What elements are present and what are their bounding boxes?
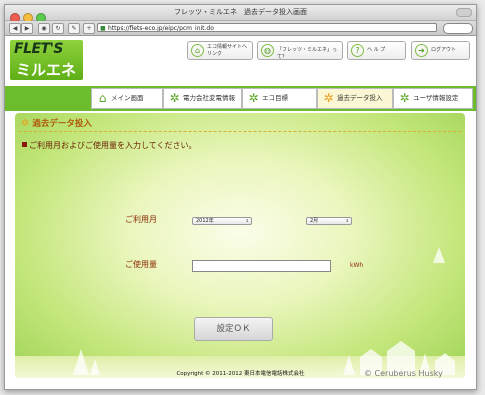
logout-button[interactable]: ➜ ログアウト (411, 41, 470, 60)
eco-info-link-label: エコ情報サイトへリンク (207, 44, 248, 57)
scenery-decoration (73, 247, 455, 375)
title-bar: フレッツ・ミルエネ 過去データ投入画面 (5, 5, 476, 23)
page-viewport: FLET'S ミルエネ ⌂ エコ情報サイトへリンク ◍ 「フレッツ・ミルエネ」っ… (5, 36, 476, 389)
main-nav: ⌂ メイン画面 ✲ 電力会社変電情報 ✲ エコ目標 ✲ 過去データ投入 ✲ ユー… (5, 86, 476, 111)
flets-miruene-logo[interactable]: FLET'S ミルエネ (10, 40, 83, 80)
reload-button[interactable]: ↻ (52, 23, 64, 34)
forward-button[interactable]: ▶ (21, 23, 33, 34)
address-bar[interactable]: ■ https://flets-eco.jp/eipc/pcm_init.do (97, 23, 437, 32)
address-bar-url: https://flets-eco.jp/eipc/pcm_init.do (108, 25, 214, 32)
eco-info-link-button[interactable]: ⌂ エコ情報サイトへリンク (187, 41, 253, 60)
logo-top-text: FLET'S (14, 41, 63, 57)
window-title: フレッツ・ミルエネ 過去データ投入画面 (174, 8, 307, 16)
tab-past-data-input-label: 過去データ投入 (337, 94, 383, 102)
help-button[interactable]: ? ヘ ル プ (347, 41, 406, 60)
home-icon: ⌂ (191, 44, 204, 57)
content-panel: ✲ 過去データ投入 ご利用月およびご使用量を入力してください。 ご利用月 2012… (15, 113, 465, 378)
tab-eco-goal-label: エコ目標 (262, 94, 288, 102)
gear-icon: ✲ (248, 91, 259, 105)
about-miruene-label: 「フレッツ・ミルエネ」って？ (277, 47, 338, 60)
browser-window: フレッツ・ミルエネ 過去データ投入画面 ◀ ▶ ◉ ↻ ✎ + ■ https:… (4, 4, 477, 390)
about-miruene-button[interactable]: ◍ 「フレッツ・ミルエネ」って？ (257, 41, 343, 60)
search-input[interactable] (443, 23, 473, 34)
bookmark-icon[interactable]: ✎ (68, 23, 80, 34)
add-bookmark-button[interactable]: + (83, 23, 95, 34)
gear-icon: ✲ (323, 91, 334, 105)
tab-main[interactable]: ⌂ メイン画面 (91, 88, 163, 109)
screenshot-icon[interactable]: ◉ (38, 23, 50, 34)
gear-icon: ✲ (399, 91, 410, 105)
help-label: ヘ ル プ (367, 47, 386, 53)
watermark: © Ceruberus Husky (364, 369, 443, 378)
tab-eco-goal[interactable]: ✲ エコ目標 (242, 88, 317, 109)
toolbar-toggle-button[interactable] (456, 8, 472, 17)
tab-user-settings[interactable]: ✲ ユーザ情報設定 (393, 88, 473, 109)
browser-toolbar: ◀ ▶ ◉ ↻ ✎ + ■ https://flets-eco.jp/eipc/… (5, 21, 476, 36)
logout-icon: ➜ (415, 44, 428, 57)
tab-power-company-info[interactable]: ✲ 電力会社変電情報 (163, 88, 242, 109)
site-header: FLET'S ミルエネ ⌂ エコ情報サイトへリンク ◍ 「フレッツ・ミルエネ」っ… (5, 36, 476, 86)
globe-icon: ◍ (261, 44, 274, 57)
tab-user-settings-label: ユーザ情報設定 (413, 94, 459, 102)
back-button[interactable]: ◀ (9, 23, 21, 34)
gear-icon: ✲ (169, 91, 180, 105)
lock-icon: ■ (100, 25, 106, 32)
home-icon: ⌂ (98, 91, 107, 105)
logout-label: ログアウト (431, 47, 457, 53)
help-icon: ? (351, 44, 364, 57)
tree-icon (433, 247, 445, 263)
tab-main-label: メイン画面 (111, 94, 144, 102)
tab-past-data-input[interactable]: ✲ 過去データ投入 (317, 88, 393, 109)
tab-power-company-info-label: 電力会社変電情報 (183, 94, 235, 102)
logo-bottom-text: ミルエネ (16, 61, 77, 79)
